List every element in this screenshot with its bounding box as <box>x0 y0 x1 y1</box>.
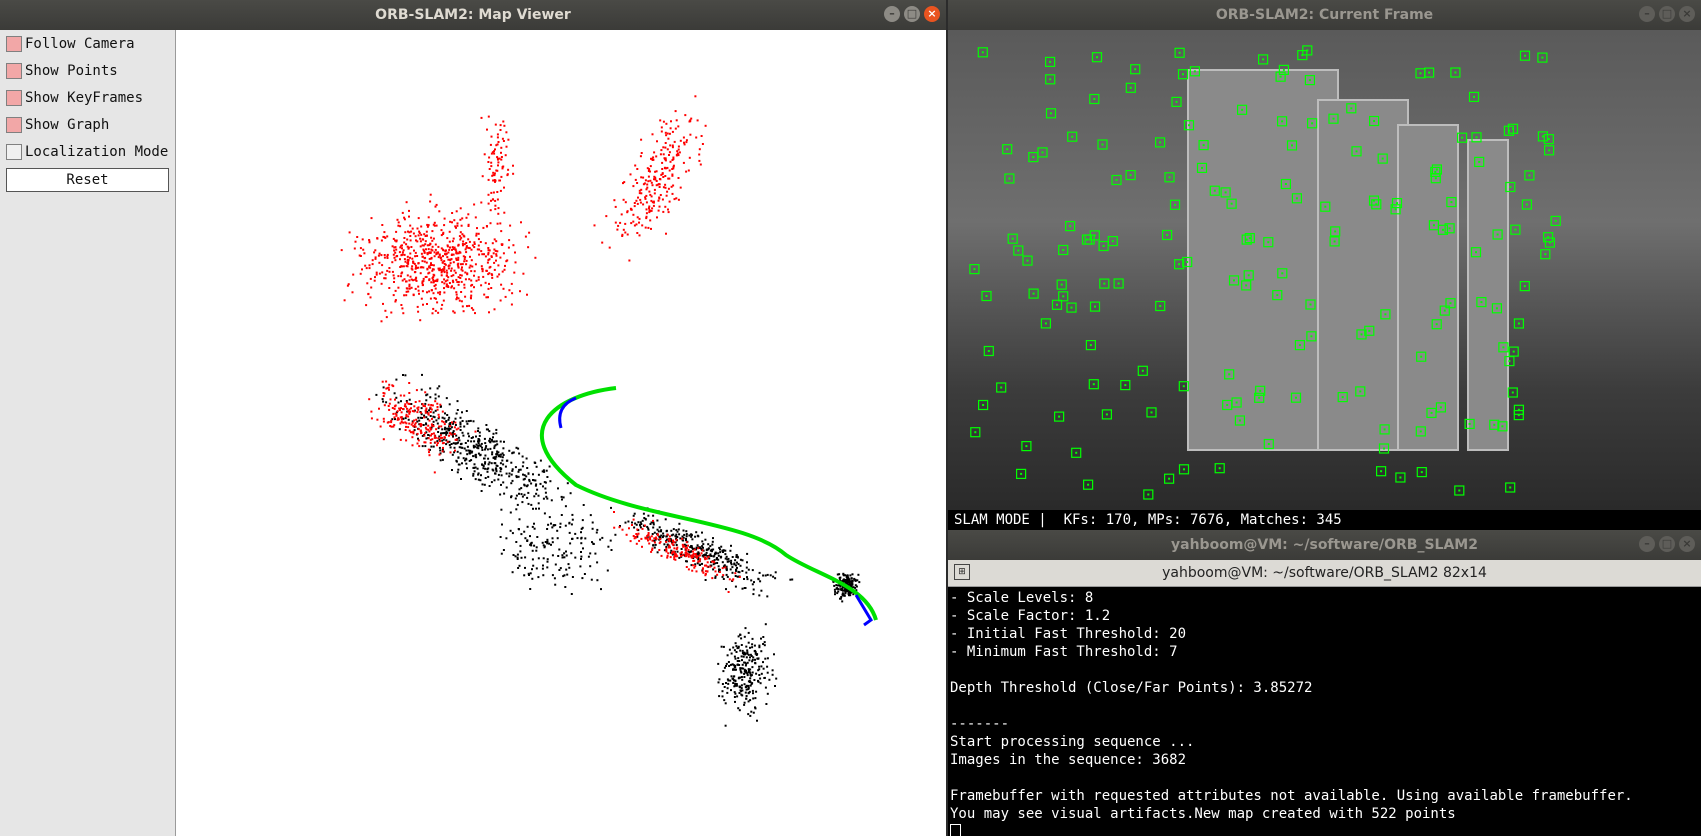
option-label: Show Graph <box>25 116 110 133</box>
terminal-line: - Scale Levels: 8 <box>950 590 1094 606</box>
current-frame-titlebar[interactable]: ORB-SLAM2: Current Frame – □ × <box>948 0 1701 30</box>
maximize-button[interactable]: □ <box>1659 536 1675 552</box>
terminal-line: - Minimum Fast Threshold: 7 <box>950 644 1178 660</box>
current-frame-window: ORB-SLAM2: Current Frame – □ × SLAM MODE… <box>948 0 1701 530</box>
terminal-window: yahboom@VM: ~/software/ORB_SLAM2 – □ × ⊞… <box>948 530 1701 836</box>
option-show-points[interactable]: Show Points <box>0 57 175 84</box>
option-label: Show Points <box>25 62 118 79</box>
terminal-line: Depth Threshold (Close/Far Points): 3.85… <box>950 680 1313 696</box>
close-button[interactable]: × <box>924 6 940 22</box>
terminal-line: You may see visual artifacts.New map cre… <box>950 806 1456 822</box>
minimize-button[interactable]: – <box>884 6 900 22</box>
minimize-button[interactable]: – <box>1639 536 1655 552</box>
close-button[interactable]: × <box>1679 6 1695 22</box>
tracking-status: SLAM MODE | KFs: 170, MPs: 7676, Matches… <box>948 510 1701 530</box>
minimize-button[interactable]: – <box>1639 6 1655 22</box>
terminal-line: - Scale Factor: 1.2 <box>950 608 1111 624</box>
checkbox[interactable] <box>6 35 22 52</box>
window-title: ORB-SLAM2: Map Viewer <box>375 7 571 23</box>
option-show-graph[interactable]: Show Graph <box>0 111 175 138</box>
map-canvas[interactable] <box>176 30 946 836</box>
camera-frame <box>948 30 1701 510</box>
options-panel: Follow Camera Show Points Show KeyFrames… <box>0 30 176 836</box>
window-title: ORB-SLAM2: Current Frame <box>1215 7 1434 23</box>
text-cursor <box>950 823 961 836</box>
point-cloud-view <box>340 95 878 727</box>
terminal-tab-title: yahboom@VM: ~/software/ORB_SLAM2 82x14 <box>1162 565 1487 581</box>
option-follow-camera[interactable]: Follow Camera <box>0 30 175 57</box>
option-label: Localization Mode <box>25 143 169 160</box>
close-button[interactable]: × <box>1679 536 1695 552</box>
checkbox[interactable] <box>6 143 22 160</box>
tracked-features-overlay <box>969 45 1561 500</box>
window-title: yahboom@VM: ~/software/ORB_SLAM2 <box>1171 537 1478 553</box>
terminal-output[interactable]: - Scale Levels: 8 - Scale Factor: 1.2 - In… <box>948 587 1701 836</box>
terminal-tab-bar[interactable]: ⊞ yahboom@VM: ~/software/ORB_SLAM2 82x14 <box>948 560 1701 587</box>
maximize-button[interactable]: □ <box>904 6 920 22</box>
terminal-line: ------- <box>950 716 1010 732</box>
terminal-titlebar[interactable]: yahboom@VM: ~/software/ORB_SLAM2 – □ × <box>948 530 1701 560</box>
terminal-line: - Initial Fast Threshold: 20 <box>950 626 1187 642</box>
new-tab-icon[interactable]: ⊞ <box>954 564 970 580</box>
map-viewer-titlebar[interactable]: ORB-SLAM2: Map Viewer – □ × <box>0 0 946 30</box>
option-localization-mode[interactable]: Localization Mode <box>0 138 175 165</box>
option-show-keyframes[interactable]: Show KeyFrames <box>0 84 175 111</box>
reset-button[interactable]: Reset <box>6 168 169 192</box>
maximize-button[interactable]: □ <box>1659 6 1675 22</box>
checkbox[interactable] <box>6 62 22 79</box>
map-viewer-window: ORB-SLAM2: Map Viewer – □ × Follow Camer… <box>0 0 946 836</box>
option-label: Show KeyFrames <box>25 89 144 106</box>
checkbox[interactable] <box>6 116 22 133</box>
terminal-line: Images in the sequence: 3682 <box>950 752 1187 768</box>
option-label: Follow Camera <box>25 35 135 52</box>
terminal-line: Framebuffer with requested attributes no… <box>950 788 1633 804</box>
checkbox[interactable] <box>6 89 22 106</box>
terminal-line: Start processing sequence ... <box>950 734 1195 750</box>
